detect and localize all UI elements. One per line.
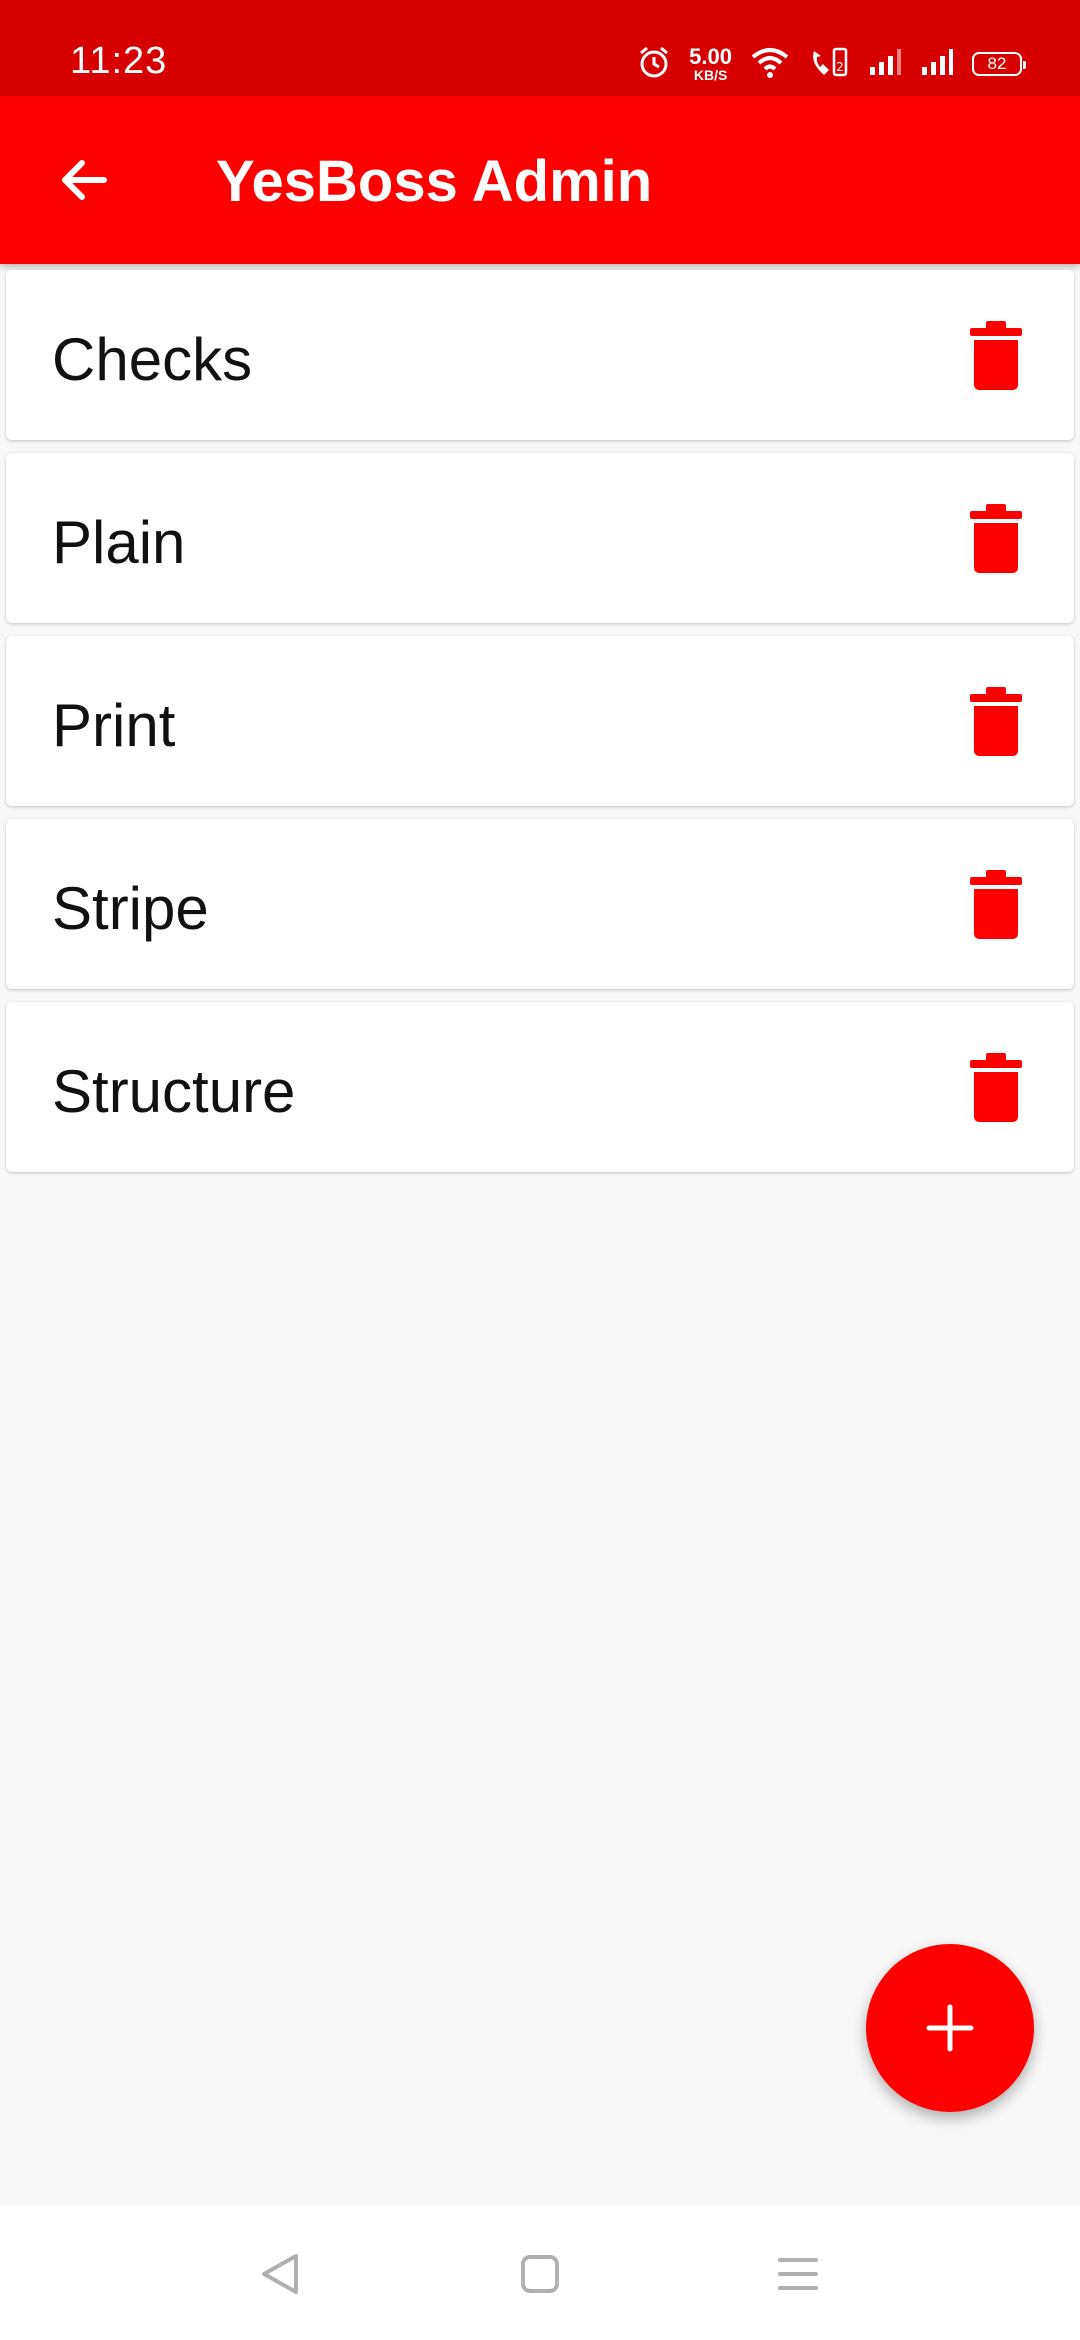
back-button[interactable] (46, 142, 122, 218)
net-speed-unit: KB/S (693, 67, 728, 83)
alarm-icon (637, 45, 671, 84)
list-item[interactable]: Print (6, 636, 1074, 806)
battery-indicator: 82 (972, 52, 1026, 76)
list-item[interactable]: Structure (6, 1002, 1074, 1172)
plus-icon (926, 2004, 974, 2052)
list-item-label: Plain (52, 509, 186, 576)
net-speed-value: 5.00 (689, 44, 732, 69)
list-item-label: Print (52, 692, 176, 759)
back-triangle-icon (262, 2254, 298, 2294)
wifi-icon (750, 45, 790, 84)
delete-button[interactable] (958, 1050, 1034, 1126)
trash-icon (970, 870, 1022, 939)
signal-icon (868, 47, 902, 82)
category-list: Checks Plain Print Stripe Structure (6, 270, 1074, 1185)
arrow-left-icon (62, 160, 107, 200)
list-item-label: Checks (52, 326, 253, 393)
trash-icon (970, 321, 1022, 390)
nav-back-button[interactable] (246, 2240, 314, 2308)
home-square-icon (521, 2255, 559, 2293)
svg-text:2: 2 (836, 60, 844, 74)
system-nav-bar (0, 2206, 1080, 2340)
list-item[interactable]: Stripe (6, 819, 1074, 989)
page-title: YesBoss Admin (216, 149, 653, 214)
menu-lines-icon (778, 2258, 818, 2290)
list-item[interactable]: Checks (6, 270, 1074, 440)
trash-icon (970, 687, 1022, 756)
status-time: 11:23 (70, 40, 168, 82)
volte-call-icon: 2 (808, 45, 850, 84)
net-speed: 5.00 KB/S (689, 44, 732, 83)
list-item-label: Stripe (52, 875, 209, 942)
status-icons: 5.00 KB/S 2 82 (637, 42, 1026, 86)
delete-button[interactable] (958, 501, 1034, 577)
app-bar: YesBoss Admin (0, 96, 1080, 264)
list-item[interactable]: Plain (6, 453, 1074, 623)
status-bar: 11:23 5.00 KB/S 2 82 (0, 0, 1080, 96)
signal-icon (920, 47, 954, 82)
delete-button[interactable] (958, 867, 1034, 943)
nav-home-button[interactable] (506, 2240, 574, 2308)
list-item-label: Structure (52, 1058, 296, 1125)
nav-menu-button[interactable] (764, 2240, 832, 2308)
add-button[interactable] (866, 1944, 1034, 2112)
trash-icon (970, 1053, 1022, 1122)
delete-button[interactable] (958, 684, 1034, 760)
trash-icon (970, 504, 1022, 573)
delete-button[interactable] (958, 318, 1034, 394)
